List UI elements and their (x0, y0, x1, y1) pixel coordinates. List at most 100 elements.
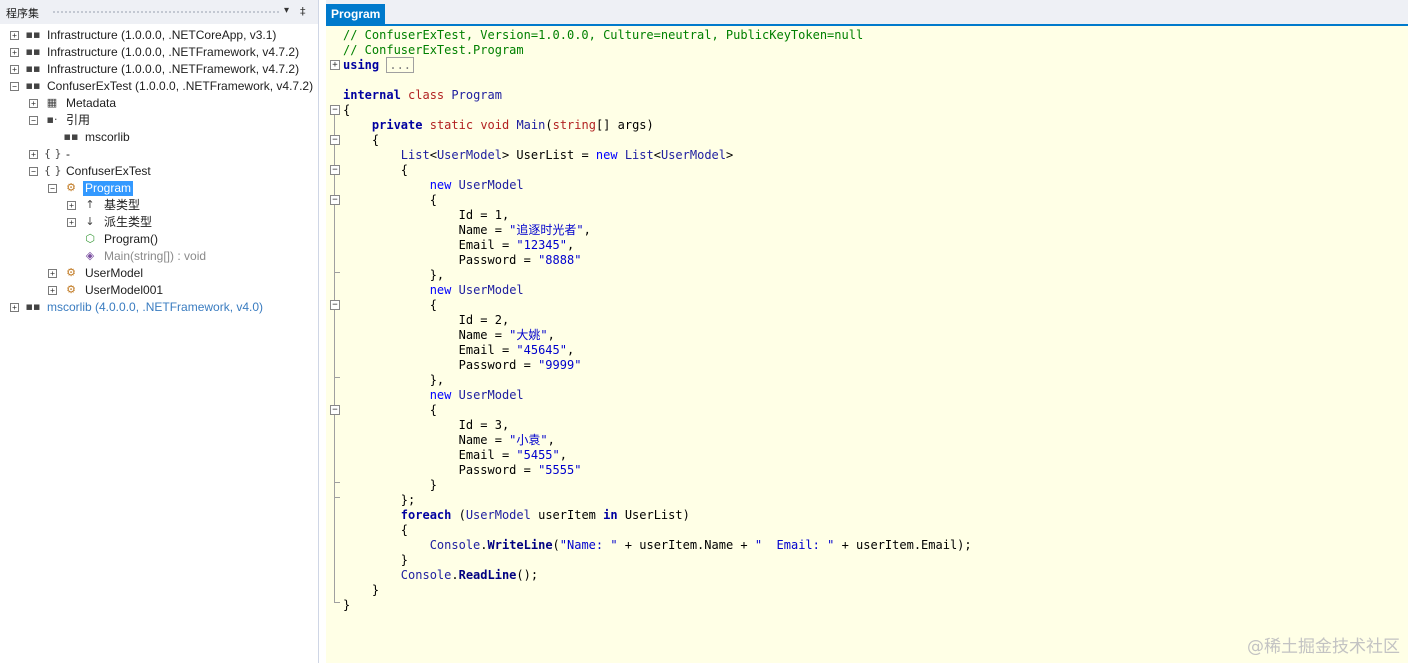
collapse-item3-icon[interactable]: − (330, 405, 340, 415)
code-line: Name = "大姚", (343, 328, 555, 342)
method-name: Main (516, 118, 546, 132)
tree-item-label: mscorlib (4.0.0.0, .NETFramework, v4.0) (47, 300, 264, 314)
collapse-icon[interactable]: − (29, 167, 38, 176)
fold-guide-end (334, 602, 340, 603)
type-name: UserModel (458, 178, 524, 192)
tree-item[interactable]: ⬡ Program() (0, 231, 318, 248)
collapse-list-icon[interactable]: − (330, 165, 340, 175)
expand-icon[interactable]: + (67, 218, 76, 227)
code-line: }; (343, 493, 416, 507)
tree-item[interactable]: + ▪▪ Infrastructure (1.0.0.0, .NETFramewor… (0, 61, 318, 78)
tree-item[interactable]: − ▪· 引用 (0, 112, 318, 129)
tree-item[interactable]: + ⚙ UserModel001 (0, 282, 318, 299)
tree-item[interactable]: + ▪▪ Infrastructure (1.0.0.0, .NETFramewor… (0, 44, 318, 61)
string-literal: "8888" (538, 253, 582, 267)
namespace-icon: { } (44, 164, 62, 177)
panel-drag-grip[interactable] (52, 10, 280, 14)
tree-item[interactable]: − ⚙ Program (0, 180, 318, 197)
tree-item[interactable]: + { } - (0, 146, 318, 163)
tree-item[interactable]: + ⚙ UserModel (0, 265, 318, 282)
tree-item-label: Infrastructure (1.0.0.0, .NETCoreApp, v3… (47, 28, 277, 42)
pin-icon[interactable]: ‡ (300, 5, 306, 18)
keyword: string (552, 118, 596, 132)
assembly-panel-header: 程序集 ▾ ‡ (0, 0, 318, 24)
expand-icon[interactable]: + (48, 269, 57, 278)
collapse-icon[interactable]: − (29, 116, 38, 125)
brace: { (429, 298, 437, 312)
expand-icon[interactable]: + (48, 286, 57, 295)
namespace-icon: { } (44, 147, 62, 160)
keyword: static (429, 118, 474, 132)
code-line: { (343, 163, 408, 178)
tree-item[interactable]: −{ } ConfuserExTest (0, 163, 318, 180)
assembly-icon: ▪▪ (25, 62, 41, 75)
type-name: UserModel (458, 283, 524, 297)
id-value: 1 (494, 208, 502, 222)
expand-icon[interactable]: + (10, 65, 19, 74)
tree-item-label: mscorlib (85, 130, 130, 144)
references-icon: ▪· (46, 113, 58, 126)
metadata-icon: ▦ (46, 96, 58, 109)
expand-icon[interactable]: + (29, 150, 38, 159)
tree-item[interactable]: + ↓ 派生类型 (0, 214, 318, 231)
fold-guide-end (334, 272, 340, 273)
fold-guide-end (334, 482, 340, 483)
code-view[interactable]: + − − − − − − // ConfuserExTest, Version… (326, 26, 1408, 663)
tree-item[interactable]: ◈ Main(string[]) : void (0, 248, 318, 265)
keyword: new (595, 148, 618, 162)
tree-item[interactable]: ▪▪ mscorlib (0, 129, 318, 146)
panel-menu-icon[interactable]: ▾ (284, 5, 289, 16)
expand-icon[interactable]: + (10, 48, 19, 57)
collapsed-using-block[interactable]: ... (386, 57, 415, 73)
tree-item-label: Infrastructure (1.0.0.0, .NETFramework, … (47, 45, 300, 59)
expand-icon[interactable]: + (67, 201, 76, 210)
tree-item[interactable]: + ▪▪ mscorlib (4.0.0.0, .NETFramework, v4.… (0, 299, 318, 316)
code-line: Console.WriteLine("Name: " + userItem.Na… (429, 538, 972, 552)
class-icon: ⚙ (66, 181, 76, 194)
expand-icon[interactable]: + (10, 31, 19, 40)
derived-types-icon: ↓ (85, 215, 95, 228)
type-name: List (624, 148, 654, 162)
code-line: Email = "45645", (343, 343, 575, 357)
expand-icon[interactable]: + (10, 303, 19, 312)
code-line: List<UserModel> UserList = new List<User… (400, 148, 734, 162)
collapse-icon[interactable]: − (48, 184, 57, 193)
tree-item[interactable]: + ↑ 基类型 (0, 197, 318, 214)
tree-item-label: UserModel (85, 266, 144, 280)
code-line: { (343, 133, 379, 148)
collapse-item2-icon[interactable]: − (330, 300, 340, 310)
tree-item[interactable]: + ▪▪ Infrastructure (1.0.0.0, .NETCoreApp,… (0, 27, 318, 44)
code-line: new UserModel (343, 178, 524, 193)
type-name: List (400, 148, 430, 162)
code-line: }, (343, 268, 445, 282)
class-icon: ⚙ (66, 283, 76, 296)
collapse-class-icon[interactable]: − (330, 105, 340, 115)
method-call: ReadLine (458, 568, 517, 582)
expand-icon[interactable]: + (29, 99, 38, 108)
expand-using-icon[interactable]: + (330, 60, 340, 70)
code-line: Email = "5455", (343, 448, 567, 462)
variable: userItem (538, 508, 596, 522)
tree-item-label: 引用 (66, 113, 91, 127)
string-literal: "5555" (538, 463, 582, 477)
string-literal: "5455" (516, 448, 560, 462)
collapse-item1-icon[interactable]: − (330, 195, 340, 205)
id-value: 2 (494, 313, 502, 327)
keyword: private (371, 118, 423, 132)
code-line: } (343, 598, 350, 613)
string-literal: "9999" (538, 358, 582, 372)
tree-item-label: 派生类型 (104, 215, 153, 229)
brace: { (400, 163, 409, 177)
code-line: internal class Program (343, 88, 502, 103)
tab-program[interactable]: Program (326, 4, 386, 24)
assembly-icon: ▪▪ (25, 300, 41, 313)
code-line: using ... (343, 57, 415, 73)
collapse-method-icon[interactable]: − (330, 135, 340, 145)
tree-item[interactable]: − ▪▪ ConfuserExTest (1.0.0.0, .NETFramewor… (0, 78, 318, 95)
code-line: new UserModel (343, 283, 524, 298)
collapse-icon[interactable]: − (10, 82, 19, 91)
code-line: { (343, 403, 437, 418)
tree-item[interactable]: + ▦ Metadata (0, 95, 318, 112)
type-name: UserModel (465, 508, 531, 522)
brace: { (400, 523, 409, 537)
